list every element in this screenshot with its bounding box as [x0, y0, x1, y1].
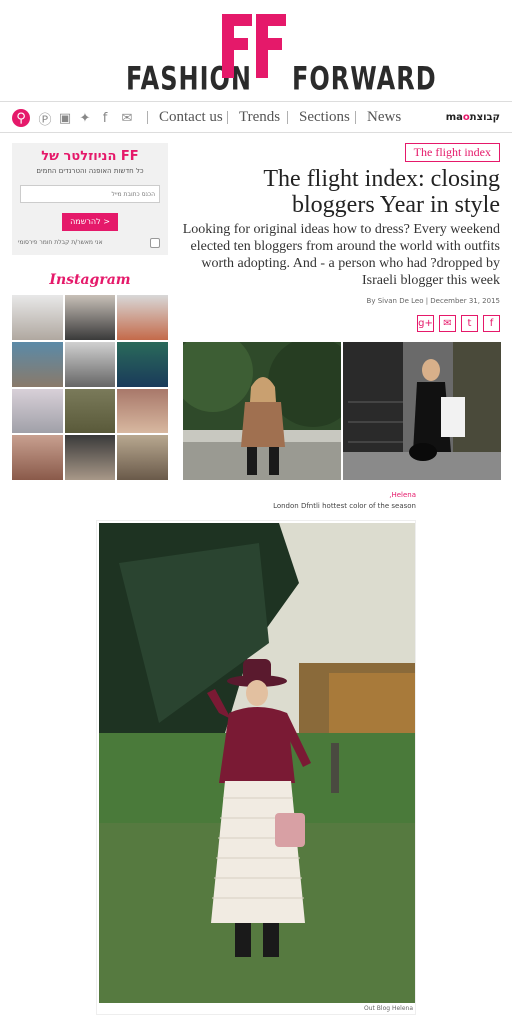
nav-link-sections[interactable]: Sections — [299, 109, 350, 126]
nav-link-news[interactable]: News — [367, 109, 401, 126]
article-photo-right — [343, 342, 501, 480]
mail-icon[interactable]: ✉ — [116, 109, 138, 127]
instagram-photo[interactable] — [64, 341, 116, 387]
site-logo[interactable]: FASHION FORWARD — [0, 14, 512, 98]
google-plus-icon[interactable]: g+ — [417, 315, 434, 332]
instagram-icon[interactable]: ▣ — [56, 109, 74, 127]
mail-share-icon[interactable]: ✉ — [439, 315, 456, 332]
article-photo-left — [183, 342, 341, 480]
featured-photo: Out Blog Helena — [96, 520, 416, 1015]
twitter-icon[interactable]: ✦ — [76, 109, 94, 127]
instagram-photo[interactable] — [117, 435, 168, 480]
newsletter-title: הניוזלטר של FF — [41, 149, 139, 164]
mako-brand-logo[interactable]: maoקבוצת — [446, 112, 500, 123]
caption-name: ,Helena — [389, 491, 416, 499]
instagram-photo[interactable] — [117, 341, 168, 387]
instagram-grid — [12, 295, 168, 480]
brand-text-right: קבוצת — [469, 112, 500, 123]
category-tag[interactable]: The flight index — [404, 143, 500, 162]
share-buttons: g+ ✉ t f — [417, 315, 500, 332]
instagram-photo[interactable] — [64, 435, 116, 480]
brand-text-left: ma — [445, 112, 463, 123]
nav-divider: | — [226, 109, 230, 125]
nav-link-contact[interactable]: Contact us — [159, 109, 223, 126]
featured-photo-image — [99, 523, 415, 1003]
pinterest-icon[interactable]: Ⓟ — [36, 109, 54, 128]
instagram-photo[interactable] — [64, 295, 116, 340]
instagram-photo[interactable] — [117, 388, 168, 434]
newsletter-subtitle: כל חדשות האופנה והטרנדים החמים — [36, 167, 144, 175]
instagram-photo[interactable] — [117, 295, 168, 340]
twitter-share-icon[interactable]: t — [461, 315, 478, 332]
consent-label: אני מאשר/ת קבלת חומר פירסומי — [18, 239, 103, 246]
nav-divider: | — [354, 109, 358, 125]
instagram-photo[interactable] — [64, 388, 116, 434]
instagram-photo[interactable] — [12, 435, 63, 480]
consent-checkbox[interactable] — [150, 238, 160, 248]
article-title: The flight index: closing bloggers Year … — [263, 166, 500, 218]
facebook-icon[interactable]: f — [96, 109, 114, 127]
nav-divider: | — [286, 109, 290, 125]
facebook-share-icon[interactable]: f — [483, 315, 500, 332]
nav-divider: | — [146, 109, 150, 125]
caption-text: London Dfntli hottest color of the seaso… — [273, 502, 416, 510]
newsletter-box: הניוזלטר של FF כל חדשות האופנה והטרנדים … — [12, 143, 168, 255]
instagram-title: Instagram — [49, 272, 131, 288]
subscribe-button[interactable]: להרשמה > — [62, 213, 118, 231]
instagram-photo[interactable] — [12, 388, 63, 434]
nav-link-trends[interactable]: Trends — [239, 109, 280, 126]
instagram-photo[interactable] — [12, 341, 63, 387]
article-byline: By Sivan De Leo | December 31, 2015 — [366, 297, 500, 305]
search-icon[interactable]: ⚲ — [12, 109, 30, 127]
brand-text-o: o — [462, 112, 470, 123]
article-lede: Looking for original ideas how to dress?… — [182, 222, 500, 288]
instagram-photo[interactable] — [12, 295, 63, 340]
photo-credit: Out Blog Helena — [364, 1005, 413, 1012]
photo-caption: ,Helena London Dfntli hottest color of t… — [273, 490, 416, 512]
main-nav: ⚲ Ⓟ ▣ ✦ f ✉ | Contact us | Trends | Sect… — [0, 101, 512, 133]
ff-logo-icon — [222, 14, 286, 78]
logo-word-right: FORWARD — [292, 60, 437, 98]
email-field[interactable] — [20, 185, 160, 203]
